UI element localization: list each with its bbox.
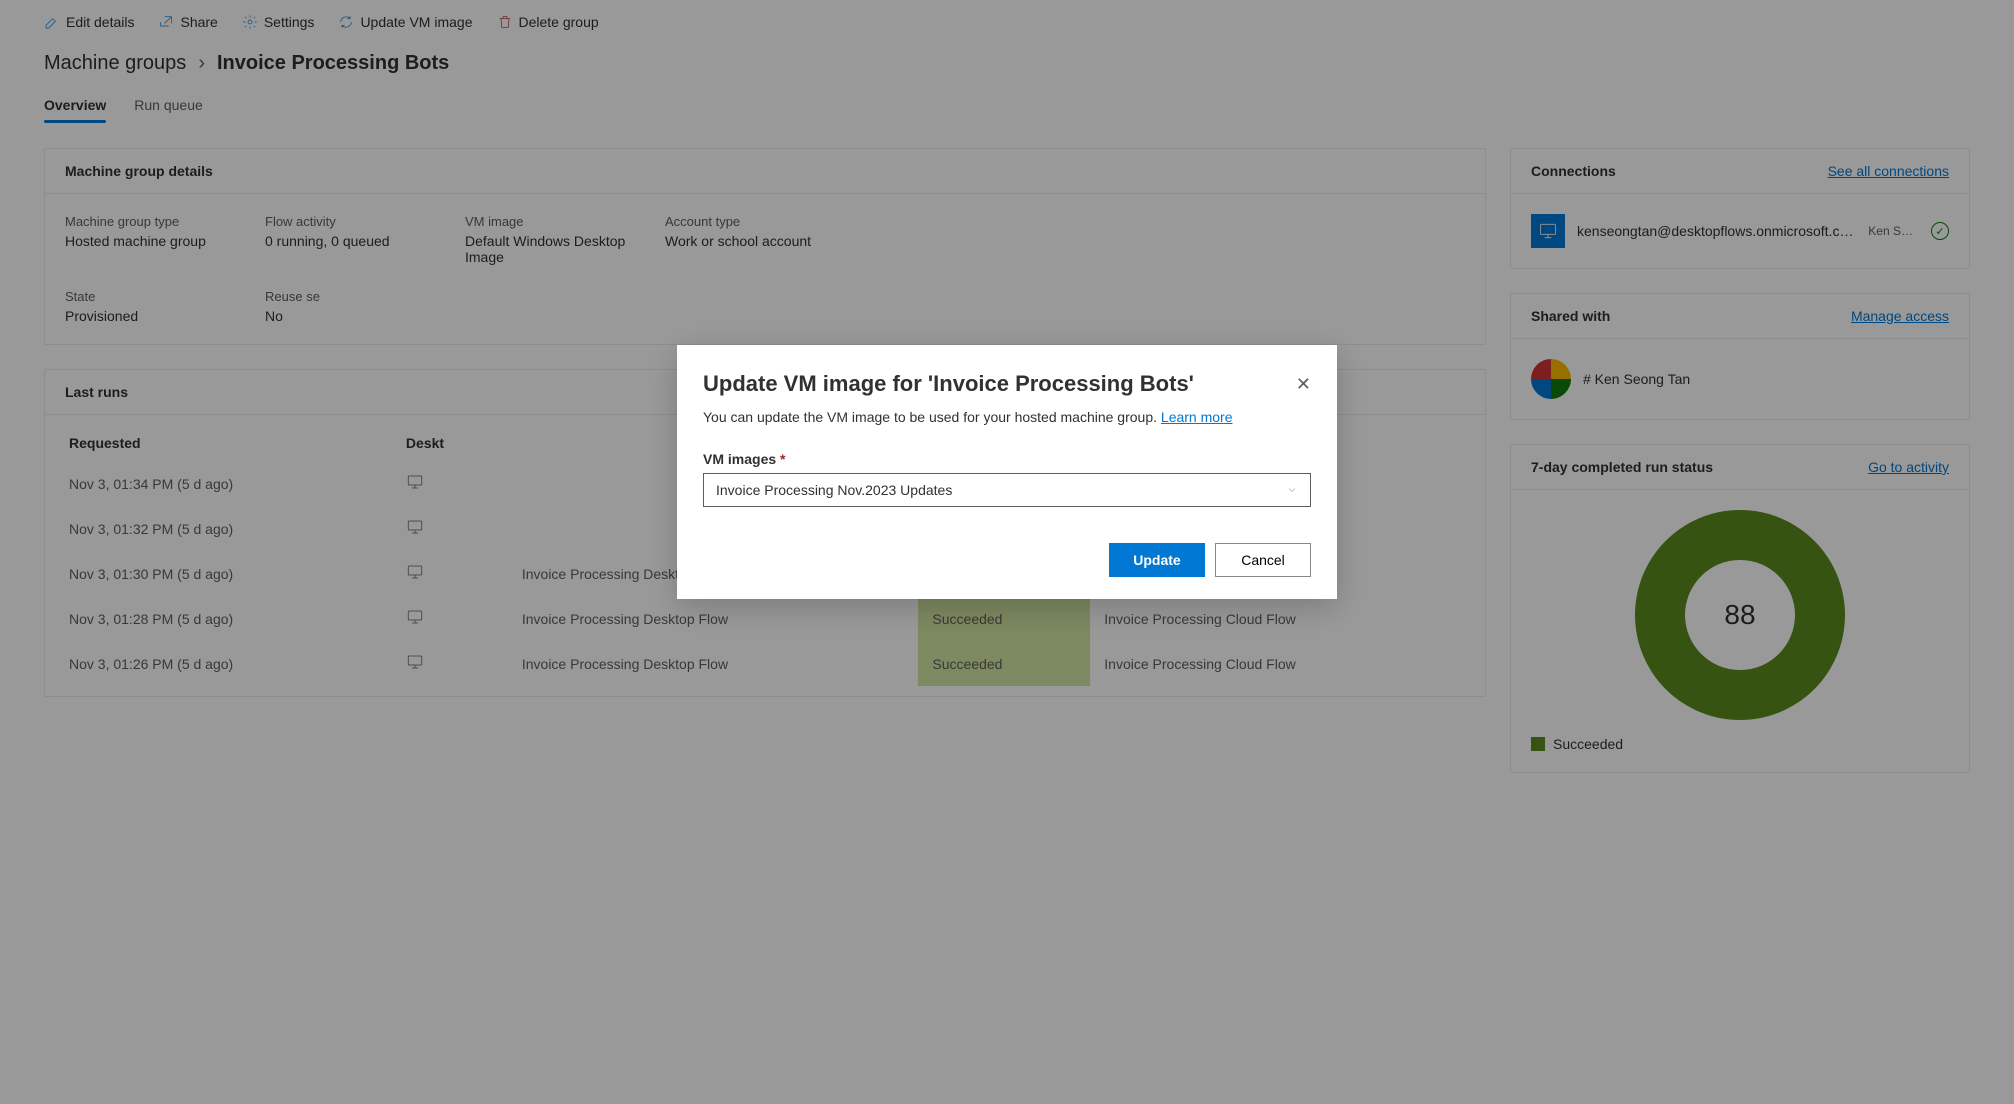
close-icon[interactable]: ✕ xyxy=(1296,374,1311,395)
update-button[interactable]: Update xyxy=(1109,543,1205,577)
update-vm-modal: Update VM image for 'Invoice Processing … xyxy=(677,345,1337,599)
learn-more-link[interactable]: Learn more xyxy=(1161,409,1233,425)
modal-overlay[interactable]: Update VM image for 'Invoice Processing … xyxy=(0,0,2014,1104)
chevron-down-icon xyxy=(1286,484,1298,496)
modal-description: You can update the VM image to be used f… xyxy=(703,409,1161,425)
vm-images-label: VM images xyxy=(703,451,776,467)
cancel-button[interactable]: Cancel xyxy=(1215,543,1311,577)
modal-title: Update VM image for 'Invoice Processing … xyxy=(703,371,1194,397)
vm-image-select[interactable]: Invoice Processing Nov.2023 Updates xyxy=(703,473,1311,507)
required-indicator: * xyxy=(780,451,785,467)
vm-image-value: Invoice Processing Nov.2023 Updates xyxy=(716,482,952,498)
